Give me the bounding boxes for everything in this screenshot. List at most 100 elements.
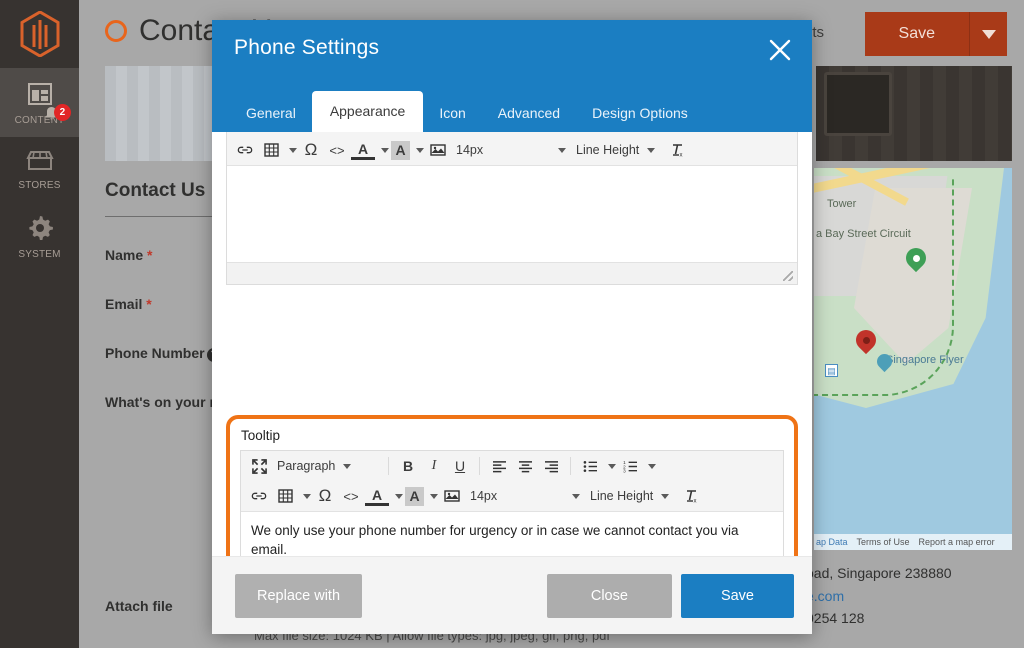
sidebar-item-stores[interactable]: STORES [0, 137, 79, 202]
close-icon[interactable] [766, 36, 794, 64]
text-color-icon[interactable]: A [365, 487, 389, 506]
numbered-list-caret-icon[interactable] [644, 454, 656, 478]
line-height-select[interactable]: Line Height [572, 138, 664, 162]
tooltip-toolbar-row-2: Ω <> A A 14px Line Height x [241, 481, 783, 511]
background-color-icon[interactable]: A [405, 486, 424, 506]
chevron-down-icon [558, 147, 566, 153]
special-character-icon[interactable]: Ω [299, 138, 323, 162]
background-color-icon[interactable]: A [391, 140, 410, 160]
fullscreen-icon[interactable] [247, 454, 271, 478]
toolbar-divider [479, 457, 480, 475]
svg-text:3: 3 [623, 468, 626, 472]
page-save-button[interactable]: Save [864, 12, 969, 56]
tab-design-options[interactable]: Design Options [576, 95, 704, 132]
tooltip-content-area[interactable]: We only use your phone number for urgenc… [241, 512, 783, 556]
table-icon[interactable] [259, 138, 283, 162]
address-email[interactable]: e.com [806, 585, 1021, 608]
replace-with-button[interactable]: Replace with [235, 573, 363, 618]
sidebar-item-system[interactable]: SYSTEM [0, 202, 79, 271]
close-button[interactable]: Close [546, 573, 672, 618]
store-icon [0, 150, 79, 175]
modal-footer-actions: Close Save [546, 573, 794, 618]
align-left-icon[interactable] [487, 454, 511, 478]
field-label-text: Email [105, 296, 143, 312]
align-center-icon[interactable] [513, 454, 537, 478]
bold-button[interactable]: B [396, 454, 420, 478]
tooltip-editor: Paragraph B I U 1 2 3 Ω <> A A 14px Line… [240, 450, 784, 556]
line-height-value: Line Height [590, 489, 654, 503]
sidebar-item-label: STORES [18, 180, 61, 191]
location-map[interactable]: Tower a Bay Street Circuit Singapore Fly… [814, 168, 1012, 550]
address-phone: 0254 128 [806, 610, 865, 627]
sidebar-item-label: SYSTEM [18, 249, 61, 260]
tab-appearance[interactable]: Appearance [311, 91, 424, 132]
green-map-pin[interactable] [906, 248, 926, 276]
toolbar-divider [570, 457, 571, 475]
svg-text:x: x [680, 152, 683, 158]
page-save-group: Save [864, 12, 1007, 56]
field-label-text: Name [105, 247, 144, 263]
line-height-value: Line Height [576, 143, 640, 157]
table-icon[interactable] [273, 484, 297, 508]
bullet-list-icon[interactable] [578, 454, 602, 478]
tab-general[interactable]: General [230, 95, 312, 132]
italic-button[interactable]: I [422, 454, 446, 478]
text-color-caret-icon[interactable] [391, 484, 403, 508]
underline-button[interactable]: U [448, 454, 472, 478]
map-report-link[interactable]: Report a map error [919, 537, 995, 547]
text-color-caret-icon[interactable] [377, 138, 389, 162]
sidebar-item-content[interactable]: CONTENT 2 [0, 68, 79, 137]
brand-ring-icon [105, 20, 127, 42]
source-code-icon[interactable]: <> [339, 484, 363, 508]
editor-toolbar-row-2: Ω <> A A 14px Line Height x [227, 135, 797, 165]
bullet-list-caret-icon[interactable] [604, 454, 616, 478]
image-icon[interactable] [440, 484, 464, 508]
source-code-icon[interactable]: <> [325, 138, 349, 162]
link-icon[interactable] [233, 138, 257, 162]
chevron-down-icon [572, 493, 580, 499]
link-icon[interactable] [247, 484, 271, 508]
table-caret-icon[interactable] [285, 138, 297, 162]
special-character-icon[interactable]: Ω [313, 484, 337, 508]
chevron-down-icon [647, 147, 656, 153]
field-label-attach-file: Attach file [105, 598, 173, 614]
font-size-value: 14px [470, 489, 498, 503]
map-label: Singapore Flyer [886, 354, 964, 366]
background-color-caret-icon[interactable] [426, 484, 438, 508]
editor-status-bar [227, 262, 797, 284]
address-block: oad, Singapore 238880 e.com 0254 128 [806, 562, 1021, 630]
map-data-link[interactable]: ap Data [816, 537, 848, 547]
line-height-select[interactable]: Line Height [586, 484, 678, 508]
tab-icon[interactable]: Icon [423, 95, 481, 132]
map-terms-link[interactable]: Terms of Use [857, 537, 910, 547]
clear-formatting-icon[interactable]: x [680, 484, 704, 508]
caret-down-icon [981, 29, 996, 39]
modal-body: Paragraph B I U [212, 132, 812, 556]
align-right-icon[interactable] [539, 454, 563, 478]
save-button[interactable]: Save [680, 573, 794, 618]
editor-toolbar: Paragraph B I U [227, 132, 797, 166]
editor-content-area[interactable] [227, 166, 797, 262]
background-color-caret-icon[interactable] [412, 138, 424, 162]
page-save-caret-button[interactable] [969, 12, 1007, 56]
red-map-pin[interactable] [856, 330, 876, 358]
font-size-select[interactable]: 14px [466, 484, 584, 508]
table-caret-icon[interactable] [299, 484, 311, 508]
background-photo-right [816, 66, 1012, 161]
magento-logo-icon[interactable] [0, 0, 79, 68]
numbered-list-icon[interactable]: 123 [618, 454, 642, 478]
resize-grip-icon[interactable] [783, 271, 793, 281]
text-color-icon[interactable]: A [351, 141, 375, 160]
svg-text:x: x [694, 498, 697, 504]
tab-advanced[interactable]: Advanced [482, 95, 576, 132]
chevron-down-icon [661, 493, 670, 499]
paragraph-format-select[interactable]: Paragraph [273, 454, 381, 478]
font-size-select[interactable]: 14px [452, 138, 570, 162]
clear-formatting-icon[interactable]: x [666, 138, 690, 162]
address-line-1: oad, Singapore 238880 [806, 565, 952, 581]
map-label: a Bay Street Circuit [816, 228, 911, 240]
transit-marker-icon[interactable]: ▤ [825, 364, 838, 377]
image-icon[interactable] [426, 138, 450, 162]
modal-header: Phone Settings General Appearance Icon A… [212, 20, 812, 132]
modal-title: Phone Settings [234, 36, 380, 59]
